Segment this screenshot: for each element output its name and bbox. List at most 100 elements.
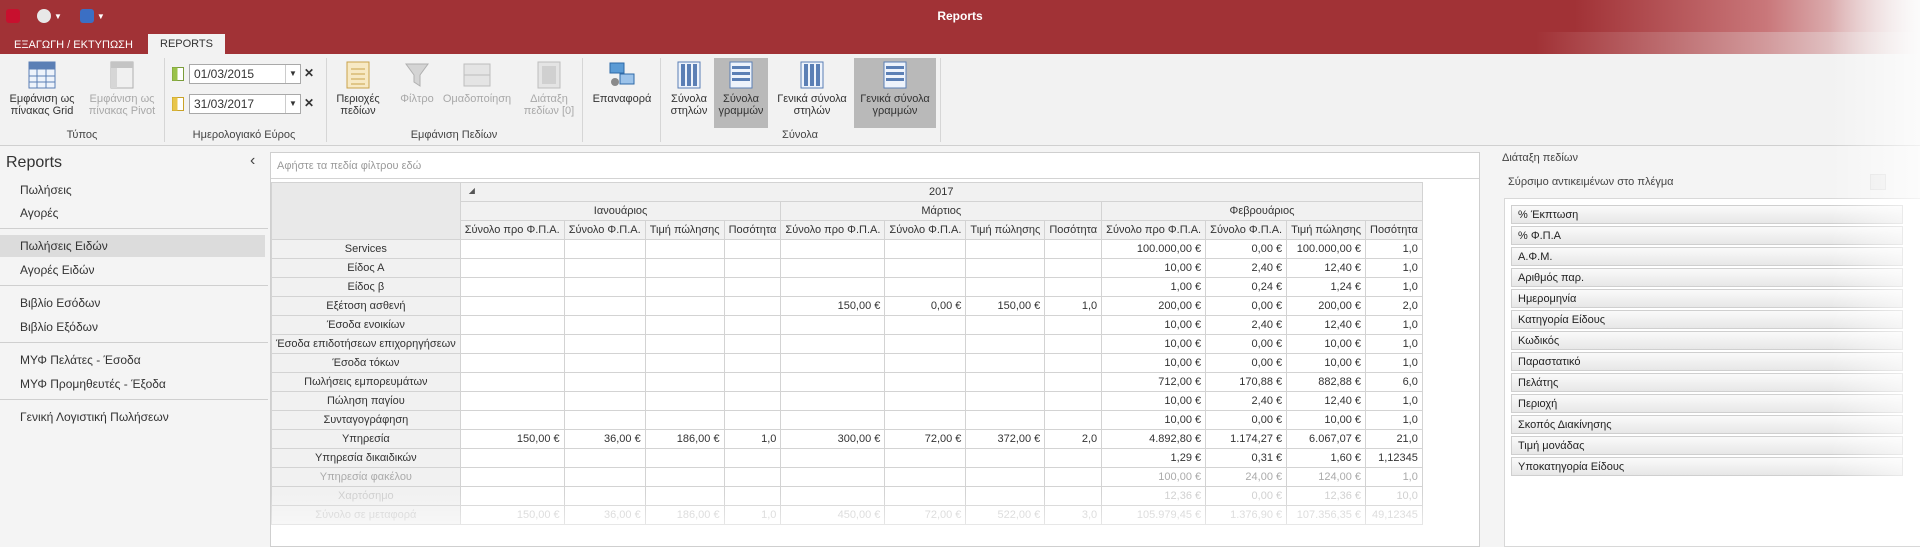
- pivot-cell[interactable]: 170,88 €: [1205, 372, 1288, 392]
- pivot-cell[interactable]: [644, 372, 725, 392]
- pivot-cell[interactable]: [563, 486, 646, 506]
- measure-header[interactable]: Σύνολο Φ.Π.Α.: [884, 220, 967, 240]
- pivot-cell[interactable]: 1,29 €: [1101, 448, 1207, 468]
- field-item[interactable]: Παραστατικό: [1511, 352, 1903, 371]
- pivot-cell[interactable]: [884, 486, 967, 506]
- field-item[interactable]: Υποκατηγορία Είδους: [1511, 457, 1903, 476]
- measure-header[interactable]: Τιμή πώλησης: [644, 220, 725, 240]
- pivot-cell[interactable]: [780, 372, 886, 392]
- pivot-cell[interactable]: [1044, 448, 1103, 468]
- row-header[interactable]: Υπηρεσία δικαιδικών: [271, 448, 461, 468]
- pivot-cell[interactable]: [1044, 391, 1103, 411]
- pivot-cell[interactable]: [780, 258, 886, 278]
- filter-button[interactable]: Φίλτρο: [394, 58, 440, 105]
- pivot-cell[interactable]: [723, 391, 782, 411]
- row-header[interactable]: Εξέτοση ασθενή: [271, 296, 461, 316]
- pivot-grid[interactable]: Αφήστε τα πεδία φίλτρου εδώ ◢ 2017 Ιανου…: [270, 152, 1480, 547]
- field-item[interactable]: Περιοχή: [1511, 394, 1903, 413]
- pivot-cell[interactable]: [1044, 315, 1103, 335]
- pivot-cell[interactable]: 1.174,27 €: [1205, 429, 1288, 449]
- pivot-cell[interactable]: [459, 334, 565, 354]
- pivot-cell[interactable]: [459, 296, 565, 316]
- measure-header[interactable]: Τιμή πώλησης: [1286, 220, 1367, 240]
- pivot-cell[interactable]: 0,31 €: [1205, 448, 1288, 468]
- field-areas-button[interactable]: Περιοχές πεδίων: [332, 58, 384, 117]
- row-header[interactable]: Είδος Α: [271, 258, 461, 278]
- sidebar-item-expense-book[interactable]: Βιβλίο Εξόδων: [0, 316, 265, 338]
- pivot-cell[interactable]: [723, 315, 782, 335]
- pivot-cell[interactable]: 0,24 €: [1205, 277, 1288, 297]
- pivot-cell[interactable]: 1,0: [723, 505, 782, 525]
- sidebar-item-myf-customers[interactable]: ΜΥΦ Πελάτες - Έσοδα: [0, 349, 265, 371]
- pivot-cell[interactable]: [884, 239, 967, 259]
- pivot-cell[interactable]: 150,00 €: [780, 296, 886, 316]
- field-item[interactable]: % Έκπτωση: [1511, 205, 1903, 224]
- pivot-cell[interactable]: [884, 277, 967, 297]
- row-header[interactable]: Έσοδα τόκων: [271, 353, 461, 373]
- pivot-cell[interactable]: 1,0: [723, 429, 782, 449]
- pivot-cell[interactable]: [780, 410, 886, 430]
- pivot-cell[interactable]: 200,00 €: [1101, 296, 1207, 316]
- pivot-cell[interactable]: 1,0: [1365, 258, 1423, 278]
- pivot-cell[interactable]: [644, 353, 725, 373]
- pivot-cell[interactable]: [644, 410, 725, 430]
- pivot-cell[interactable]: 712,00 €: [1101, 372, 1207, 392]
- measure-header[interactable]: Ποσότητα: [1044, 220, 1103, 240]
- pivot-cell[interactable]: [1044, 467, 1103, 487]
- pivot-cell[interactable]: [644, 448, 725, 468]
- pivot-cell[interactable]: 12,40 €: [1286, 315, 1367, 335]
- pivot-cell[interactable]: [884, 391, 967, 411]
- pivot-cell[interactable]: [563, 467, 646, 487]
- pivot-cell[interactable]: [563, 315, 646, 335]
- pivot-cell[interactable]: [459, 239, 565, 259]
- pivot-cell[interactable]: [644, 258, 725, 278]
- grand-row-totals-button[interactable]: Γενικά σύνολα γραμμών: [854, 58, 936, 128]
- pivot-cell[interactable]: 1,00 €: [1101, 277, 1207, 297]
- pivot-cell[interactable]: 300,00 €: [780, 429, 886, 449]
- pivot-cell[interactable]: [780, 353, 886, 373]
- pivot-cell[interactable]: [644, 315, 725, 335]
- sidebar-item-item-purchases[interactable]: Αγορές Ειδών: [0, 259, 265, 281]
- pivot-cell[interactable]: 1,0: [1365, 315, 1423, 335]
- chevron-down-icon[interactable]: ▼: [285, 95, 300, 113]
- clear-date-to-icon[interactable]: ✕: [302, 96, 316, 110]
- pivot-cell[interactable]: [965, 353, 1046, 373]
- pivot-cell[interactable]: [459, 391, 565, 411]
- pivot-cell[interactable]: 10,00 €: [1101, 353, 1207, 373]
- pivot-cell[interactable]: 1,0: [1044, 296, 1103, 316]
- row-header[interactable]: Πωλήσεις εμπορευμάτων: [271, 372, 461, 392]
- pivot-cell[interactable]: 72,00 €: [884, 505, 967, 525]
- pivot-cell[interactable]: 2,0: [1044, 429, 1103, 449]
- pivot-cell[interactable]: [965, 277, 1046, 297]
- pivot-cell[interactable]: 0,00 €: [1205, 334, 1288, 354]
- pivot-cell[interactable]: [884, 372, 967, 392]
- field-item[interactable]: % Φ.Π.Α: [1511, 226, 1903, 245]
- defer-update-checkbox[interactable]: [1870, 174, 1886, 190]
- pivot-cell[interactable]: 21,0: [1365, 429, 1423, 449]
- grouping-button[interactable]: Ομαδοποίηση: [442, 58, 512, 105]
- pivot-cell[interactable]: [723, 353, 782, 373]
- pivot-cell[interactable]: 1.376,90 €: [1205, 505, 1288, 525]
- collapse-triangle-icon[interactable]: ◢: [469, 186, 475, 195]
- sidebar-item-income-book[interactable]: Βιβλίο Εσόδων: [0, 292, 265, 314]
- pivot-cell[interactable]: [884, 258, 967, 278]
- pivot-cell[interactable]: [965, 315, 1046, 335]
- pivot-cell[interactable]: 186,00 €: [644, 505, 725, 525]
- pivot-cell[interactable]: [644, 486, 725, 506]
- pivot-cell[interactable]: 1,0: [1365, 391, 1423, 411]
- pivot-cell[interactable]: 2,40 €: [1205, 391, 1288, 411]
- column-totals-button[interactable]: Σύνολα στηλών: [666, 58, 712, 128]
- sidebar-item-item-sales[interactable]: Πωλήσεις Ειδών: [0, 235, 265, 257]
- pivot-cell[interactable]: 1,0: [1365, 334, 1423, 354]
- pivot-cell[interactable]: 12,36 €: [1101, 486, 1207, 506]
- pivot-cell[interactable]: [965, 334, 1046, 354]
- pivot-cell[interactable]: 0,00 €: [1205, 296, 1288, 316]
- pivot-cell[interactable]: 150,00 €: [459, 429, 565, 449]
- pivot-cell[interactable]: 0,00 €: [1205, 410, 1288, 430]
- pivot-cell[interactable]: [723, 410, 782, 430]
- pivot-cell[interactable]: [644, 391, 725, 411]
- pivot-cell[interactable]: [459, 353, 565, 373]
- pivot-cell[interactable]: [780, 467, 886, 487]
- pivot-cell[interactable]: 150,00 €: [459, 505, 565, 525]
- collapse-chevron-icon[interactable]: ‹: [250, 152, 255, 170]
